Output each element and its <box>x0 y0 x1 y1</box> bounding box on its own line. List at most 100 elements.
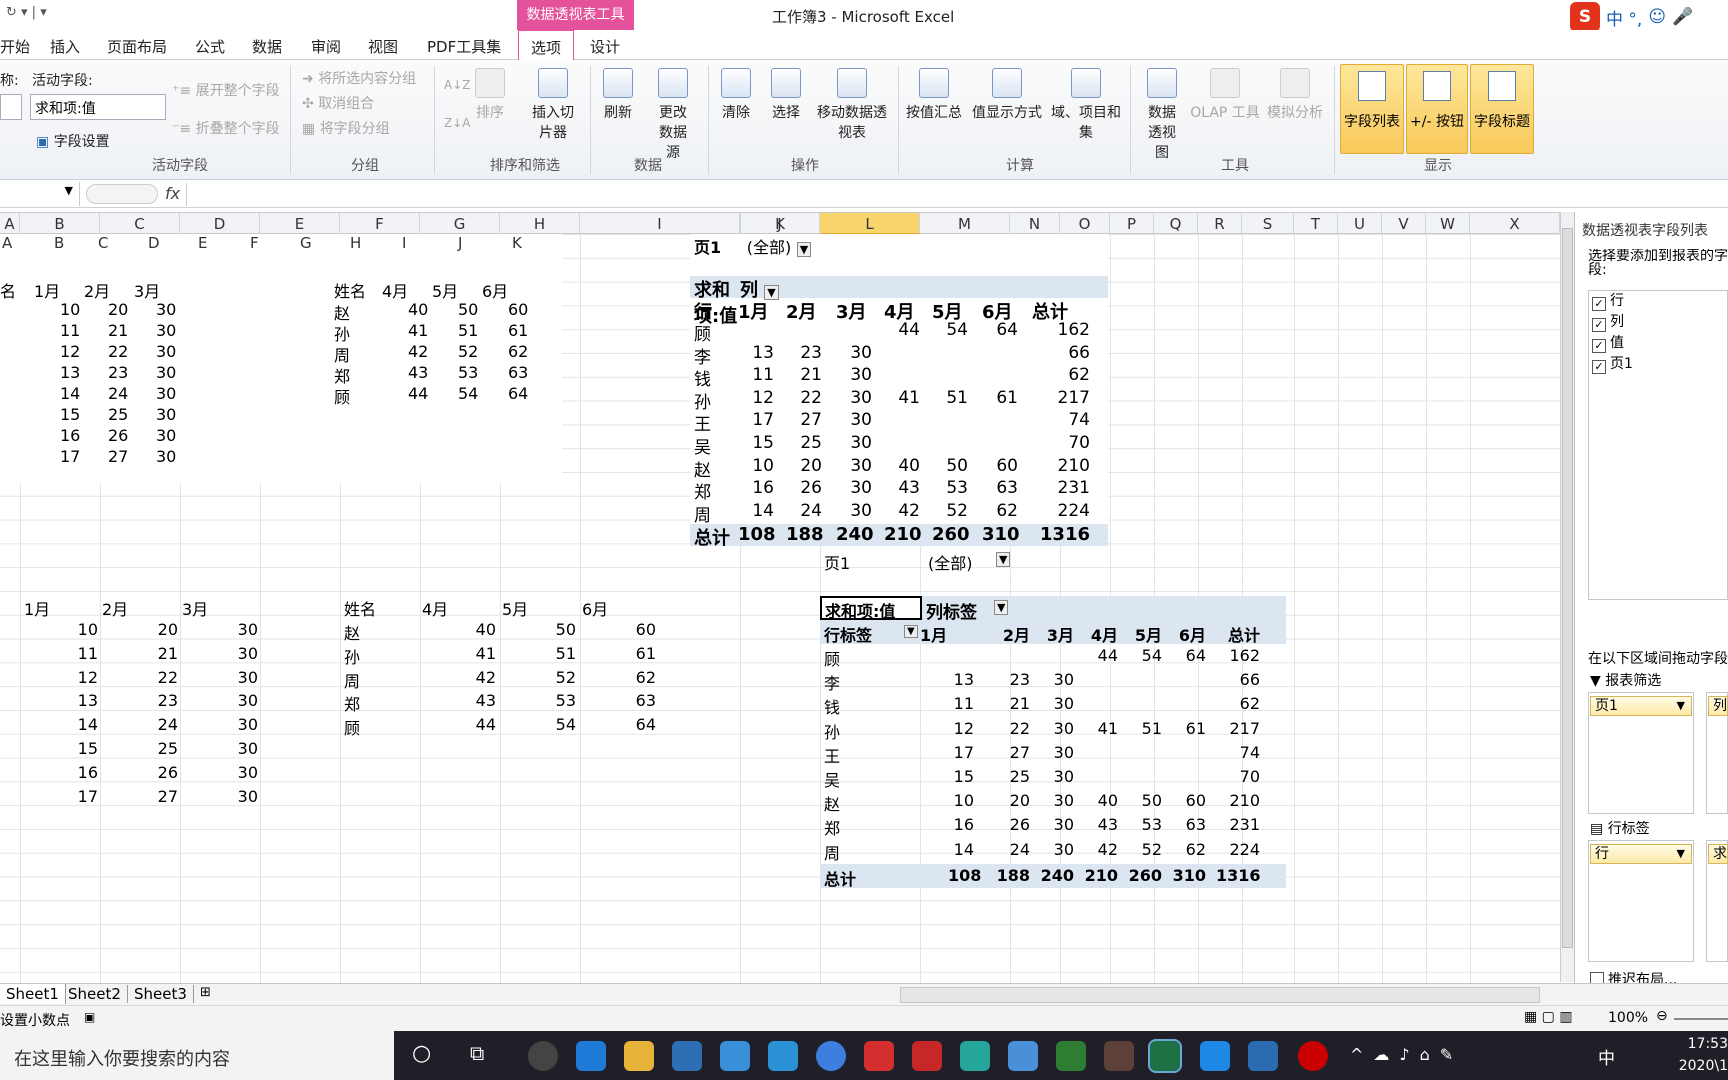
formula-input[interactable] <box>186 183 1726 206</box>
scrollbar-thumb[interactable] <box>1562 228 1573 948</box>
app-icon[interactable] <box>1200 1041 1230 1071</box>
app-icon[interactable] <box>864 1041 894 1071</box>
checkbox-checked-icon[interactable]: ✓ <box>1592 297 1606 311</box>
file-explorer-icon[interactable] <box>624 1041 654 1071</box>
field-headers-toggle[interactable]: 字段标题 <box>1470 64 1534 154</box>
collapse-field-button[interactable]: ⁻≡ 折叠整个字段 <box>172 118 280 138</box>
field-checkbox-col[interactable]: ✓ 列 <box>1592 311 1624 332</box>
filter-field-pill[interactable]: 页1 ▼ <box>1590 696 1692 716</box>
change-source-button[interactable]: 更改数据源 <box>645 68 701 162</box>
refresh-button[interactable]: 刷新 <box>598 68 638 122</box>
excel-icon[interactable] <box>1148 1039 1182 1073</box>
field-checkbox-row[interactable]: ✓ 行 <box>1592 290 1624 311</box>
tab-view[interactable]: 视图 <box>368 36 398 57</box>
column-header[interactable]: R <box>1198 213 1242 235</box>
row-field-pill[interactable]: 行 ▼ <box>1590 844 1692 864</box>
column-field-pill[interactable]: 列 <box>1708 696 1728 716</box>
tab-insert[interactable]: 插入 <box>50 36 80 57</box>
column-header[interactable]: G <box>420 213 500 235</box>
app-icon[interactable] <box>1104 1041 1134 1071</box>
tab-options[interactable]: 选项 <box>518 30 575 61</box>
field-list-toggle[interactable]: 字段列表 <box>1340 64 1404 154</box>
column-header[interactable]: S <box>1242 213 1294 235</box>
formula-bar-expander[interactable] <box>86 184 158 204</box>
horizontal-scrollbar[interactable] <box>900 987 1540 1003</box>
pivotchart-button[interactable]: 数据透视图 <box>1140 68 1184 162</box>
olap-tools-button[interactable]: OLAP 工具 <box>1188 68 1262 122</box>
filter-dropdown-icon[interactable]: ▼ <box>994 600 1009 615</box>
checkbox-checked-icon[interactable]: ✓ <box>1592 360 1606 374</box>
sort-desc-icon[interactable]: Z↓A <box>444 116 470 130</box>
tab-page-layout[interactable]: 页面布局 <box>107 36 167 57</box>
pivot-table-1[interactable]: 页1 (全部) ▼ 求和项:值列 ▼ 行 1月 2月 3月 4月 5月 6月 总计顾 44 54 6… <box>690 234 1108 549</box>
store-icon[interactable] <box>672 1041 702 1071</box>
ime-toolbar[interactable]: S 中 °, ☺ 🎤 <box>1570 2 1693 32</box>
field-checkbox-page1[interactable]: ✓ 页1 <box>1592 353 1633 374</box>
column-header[interactable]: E <box>260 213 340 235</box>
move-pivot-button[interactable]: 移动数据透视表 <box>812 68 892 142</box>
edge-icon[interactable] <box>576 1041 606 1071</box>
app-icon[interactable] <box>1008 1041 1038 1071</box>
tab-data[interactable]: 数据 <box>252 36 282 57</box>
mic-icon[interactable]: 🎤 <box>1672 7 1693 27</box>
column-header[interactable]: P <box>1110 213 1154 235</box>
column-header[interactable]: V <box>1382 213 1426 235</box>
column-header[interactable]: B <box>20 213 100 235</box>
fields-items-sets-button[interactable]: 域、项目和集 <box>1046 68 1126 142</box>
taskbar-ime-indicator[interactable]: 中 <box>1598 1044 1615 1069</box>
name-box[interactable]: ▼ <box>0 182 80 206</box>
wps-icon[interactable] <box>1248 1041 1278 1071</box>
cortana-icon[interactable]: ○ <box>412 1041 431 1066</box>
macro-record-icon[interactable]: ▣ <box>84 1010 95 1024</box>
normal-view-icon[interactable]: ▦ ▢ ▥ <box>1524 1009 1573 1025</box>
group-field-button[interactable]: ▦ 将字段分组 <box>302 118 390 138</box>
field-checkbox-value[interactable]: ✓ 值 <box>1592 332 1624 353</box>
column-header[interactable]: C <box>100 213 180 235</box>
sheet-tab[interactable]: Sheet2 <box>62 985 128 1003</box>
column-header[interactable]: T <box>1294 213 1338 235</box>
clear-button[interactable]: 清除 <box>716 68 756 122</box>
column-header[interactable]: H <box>500 213 580 235</box>
column-header[interactable]: Q <box>1154 213 1198 235</box>
column-header-selected[interactable]: L <box>820 213 920 235</box>
zoom-level[interactable]: 100% <box>1608 1010 1648 1026</box>
sort-asc-icon[interactable]: A↓Z <box>444 78 470 92</box>
ungroup-button[interactable]: ✣ 取消组合 <box>302 93 374 113</box>
cloud-app-icon[interactable] <box>960 1041 990 1071</box>
chevron-down-icon[interactable]: ▼ <box>1677 697 1685 715</box>
app-icon[interactable] <box>912 1041 942 1071</box>
pivot2-sum-cell-selected[interactable]: 求和项:值 <box>820 596 922 621</box>
sheet-tab-active[interactable]: Sheet1 <box>0 984 66 1004</box>
tab-formulas[interactable]: 公式 <box>195 36 225 57</box>
fx-icon[interactable]: fx <box>165 184 180 203</box>
record-icon[interactable] <box>1298 1041 1328 1071</box>
taskbar-clock[interactable]: 17:53 2020\1 <box>1672 1033 1728 1077</box>
select-button[interactable]: 选择 <box>766 68 806 122</box>
tab-review[interactable]: 审阅 <box>311 36 341 57</box>
checkbox-checked-icon[interactable]: ✓ <box>1592 318 1606 332</box>
filter-dropdown-icon[interactable]: ▼ <box>904 625 918 638</box>
summarize-by-button[interactable]: 按值汇总 <box>902 68 966 122</box>
filter-dropdown-icon[interactable]: ▼ <box>996 552 1011 567</box>
sort-button[interactable]: 排序 <box>470 68 510 122</box>
column-header[interactable]: I <box>580 213 740 235</box>
zoom-out-icon[interactable]: ⊖ <box>1656 1008 1668 1024</box>
show-values-as-button[interactable]: 值显示方式 <box>968 68 1046 122</box>
media-player-icon[interactable] <box>768 1041 798 1071</box>
column-header[interactable]: X <box>1470 213 1560 235</box>
column-header[interactable]: M <box>920 213 1010 235</box>
taskbar-search-box[interactable]: 在这里输入你要搜索的内容 <box>0 1031 394 1080</box>
tab-home[interactable]: 开始 <box>0 36 30 57</box>
checkbox-checked-icon[interactable]: ✓ <box>1592 339 1606 353</box>
chevron-down-icon[interactable]: ▼ <box>65 184 73 197</box>
plus-minus-buttons-toggle[interactable]: +/- 按钮 <box>1406 64 1468 154</box>
active-field-input[interactable]: 求和项:值 <box>30 94 166 120</box>
system-tray-icons[interactable]: ^☁♪⌂✎ <box>1350 1045 1463 1064</box>
quick-access-toolbar[interactable]: ↻ ▾ | ▾ <box>6 5 47 20</box>
pivot-name-input[interactable] <box>0 94 22 120</box>
tab-design[interactable]: 设计 <box>590 36 620 57</box>
what-if-button[interactable]: 模拟分析 <box>1262 68 1328 122</box>
pivot2-page-filter[interactable]: 页1 (全部) ▼ <box>824 550 1011 574</box>
app-icon[interactable] <box>528 1041 558 1071</box>
value-field-pill[interactable]: 求 <box>1708 844 1728 864</box>
